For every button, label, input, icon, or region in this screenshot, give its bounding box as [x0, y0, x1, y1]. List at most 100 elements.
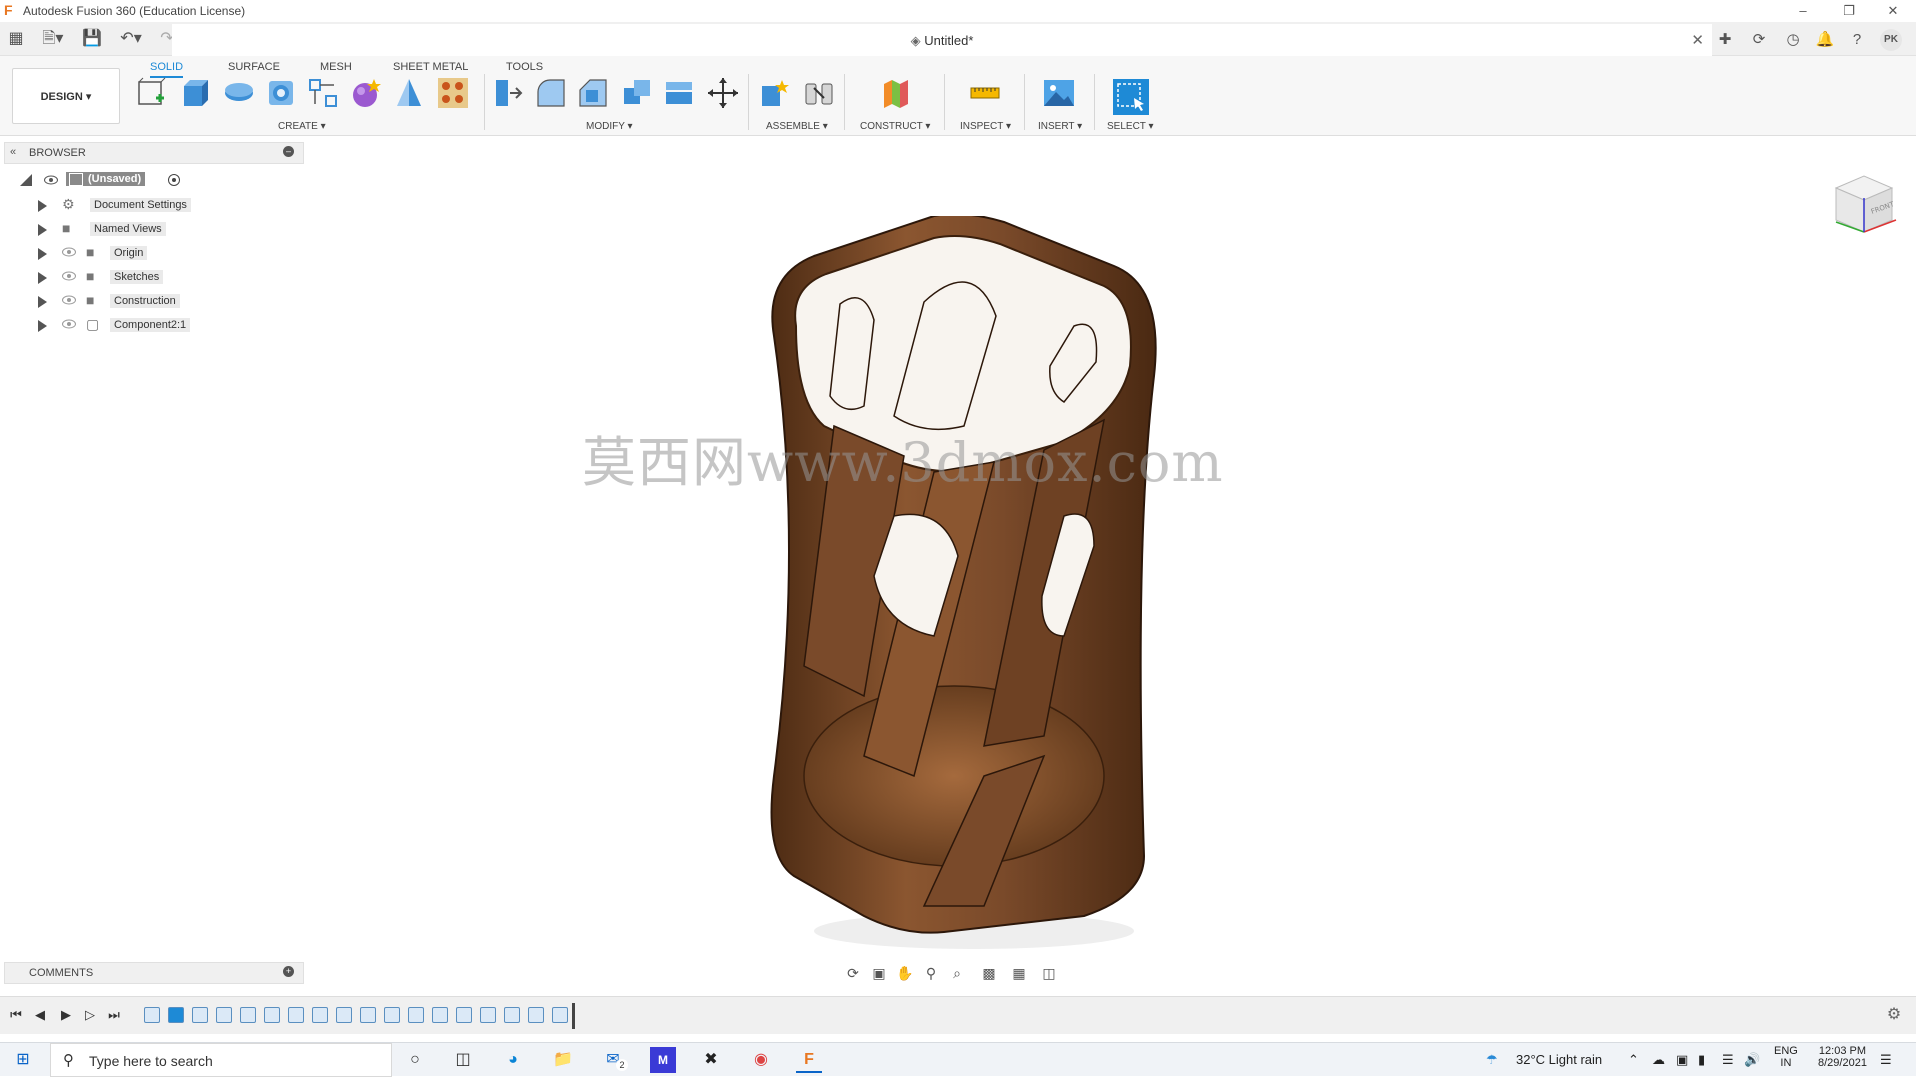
- close-tab-icon[interactable]: ✕: [1691, 31, 1704, 49]
- weather-text[interactable]: 32°C Light rain: [1516, 1052, 1602, 1067]
- tab-tools[interactable]: TOOLS: [506, 58, 543, 76]
- browser-item-document-settings[interactable]: ⚙ Document Settings: [20, 194, 260, 216]
- create-menu[interactable]: CREATE ▾: [278, 121, 326, 132]
- xbox-icon[interactable]: ✖: [698, 1047, 724, 1073]
- tab-mesh[interactable]: MESH: [320, 58, 352, 76]
- timeline-settings-gear-icon[interactable]: ⚙: [1886, 1007, 1902, 1023]
- fit-window-icon[interactable]: ⌕: [946, 962, 968, 984]
- document-tab[interactable]: ◈ Untitled* ✕: [172, 24, 1712, 56]
- user-avatar[interactable]: PK: [1880, 29, 1902, 51]
- loft-icon[interactable]: [306, 76, 340, 110]
- timeline-feature[interactable]: [432, 1007, 448, 1023]
- weather-icon[interactable]: ☂: [1486, 1052, 1498, 1068]
- insert-menu[interactable]: INSERT ▾: [1038, 121, 1082, 132]
- step-forward-icon[interactable]: ▷: [82, 1007, 98, 1023]
- play-icon[interactable]: ▶: [58, 1007, 74, 1023]
- grid-snaps-icon[interactable]: ▦: [1008, 962, 1030, 984]
- timeline-feature[interactable]: [168, 1007, 184, 1023]
- add-comment-icon[interactable]: +: [283, 966, 294, 977]
- comments-panel-header[interactable]: COMMENTS +: [4, 962, 304, 984]
- revolve-icon[interactable]: [222, 76, 256, 110]
- notification-center-icon[interactable]: ☰: [1880, 1052, 1892, 1068]
- fusion-taskbar-icon[interactable]: F: [796, 1047, 822, 1073]
- pan-hand-icon[interactable]: ✋: [894, 962, 916, 984]
- expand-triangle-icon[interactable]: [38, 296, 54, 308]
- construct-menu[interactable]: CONSTRUCT ▾: [860, 121, 930, 132]
- timeline-feature[interactable]: [384, 1007, 400, 1023]
- fillet-icon[interactable]: [534, 76, 568, 110]
- task-view-icon[interactable]: ◫: [450, 1047, 476, 1073]
- file-explorer-icon[interactable]: 📁: [550, 1047, 576, 1073]
- new-tab-icon[interactable]: ✚: [1714, 29, 1736, 51]
- wifi-icon[interactable]: ☰: [1722, 1052, 1734, 1068]
- timeline-feature[interactable]: [144, 1007, 160, 1023]
- mirror-icon[interactable]: [392, 76, 426, 110]
- pattern-icon[interactable]: [436, 76, 470, 110]
- help-icon[interactable]: ?: [1846, 29, 1868, 51]
- visibility-eye-icon[interactable]: [62, 247, 76, 257]
- measure-icon[interactable]: [968, 76, 1002, 110]
- extensions-icon[interactable]: ⟳: [1748, 29, 1770, 51]
- restore-button[interactable]: ❐: [1826, 0, 1872, 22]
- insert-image-icon[interactable]: [1042, 76, 1076, 110]
- clock[interactable]: 12:03 PM 8/29/2021: [1818, 1045, 1867, 1069]
- timeline-feature[interactable]: [552, 1007, 568, 1023]
- timeline-marker[interactable]: [572, 1003, 575, 1029]
- modify-menu[interactable]: MODIFY ▾: [586, 121, 633, 132]
- undo-icon[interactable]: ↶▾: [116, 28, 146, 50]
- taskbar-search-box[interactable]: ⚲ Type here to search: [50, 1043, 392, 1077]
- timeline-feature[interactable]: [504, 1007, 520, 1023]
- combine-icon[interactable]: [620, 76, 654, 110]
- close-button[interactable]: ✕: [1870, 0, 1916, 22]
- timeline-feature[interactable]: [408, 1007, 424, 1023]
- windows-start-icon[interactable]: ⊞: [10, 1047, 36, 1073]
- chamfer-icon[interactable]: [576, 76, 610, 110]
- browser-pin-icon[interactable]: –: [283, 146, 294, 157]
- timeline-feature[interactable]: [336, 1007, 352, 1023]
- minimize-button[interactable]: –: [1780, 0, 1826, 22]
- tab-solid[interactable]: SOLID: [150, 58, 184, 78]
- 3d-viewport[interactable]: 莫西网www.3dmox.com FRONT: [304, 136, 1916, 996]
- browser-root-row[interactable]: (Unsaved): [20, 170, 300, 192]
- timeline-feature[interactable]: [264, 1007, 280, 1023]
- timeline-feature[interactable]: [288, 1007, 304, 1023]
- timeline-feature[interactable]: [480, 1007, 496, 1023]
- sweep-icon[interactable]: [264, 76, 298, 110]
- go-to-start-icon[interactable]: ⏮: [8, 1007, 24, 1023]
- new-component-icon[interactable]: [758, 76, 792, 110]
- mail-icon[interactable]: ✉ 2: [600, 1047, 628, 1073]
- volume-icon[interactable]: 🔊: [1744, 1052, 1760, 1068]
- step-back-icon[interactable]: ◀: [32, 1007, 48, 1023]
- timeline-feature[interactable]: [528, 1007, 544, 1023]
- timeline-feature[interactable]: [312, 1007, 328, 1023]
- job-status-icon[interactable]: ◷: [1782, 29, 1804, 51]
- press-pull-icon[interactable]: [490, 76, 524, 110]
- timeline-feature[interactable]: [456, 1007, 472, 1023]
- visibility-eye-icon[interactable]: [62, 271, 76, 281]
- expand-triangle-icon[interactable]: [38, 248, 54, 260]
- move-copy-icon[interactable]: [706, 76, 740, 110]
- timeline-feature[interactable]: [240, 1007, 256, 1023]
- show-hidden-icons-icon[interactable]: ⌃: [1628, 1052, 1639, 1068]
- onedrive-icon[interactable]: ☁: [1652, 1052, 1665, 1068]
- select-menu[interactable]: SELECT ▾: [1107, 121, 1154, 132]
- joint-icon[interactable]: [802, 76, 836, 110]
- orbit-icon[interactable]: ⟳: [842, 962, 864, 984]
- expand-triangle-icon[interactable]: [38, 272, 54, 284]
- workspace-switcher-button[interactable]: DESIGN ▾: [12, 68, 120, 124]
- zoom-icon[interactable]: ⚲: [920, 962, 942, 984]
- browser-item-construction[interactable]: ■ Construction: [20, 290, 260, 312]
- offset-face-icon[interactable]: [662, 76, 696, 110]
- language-indicator[interactable]: ENG IN: [1774, 1045, 1798, 1069]
- browser-panel-header[interactable]: « BROWSER –: [4, 142, 304, 164]
- wooden-cup-model[interactable]: [744, 216, 1194, 956]
- expand-triangle-icon[interactable]: [38, 224, 54, 236]
- assemble-menu[interactable]: ASSEMBLE ▾: [766, 121, 828, 132]
- activate-radio-icon[interactable]: [168, 174, 180, 186]
- timeline-feature[interactable]: [360, 1007, 376, 1023]
- tab-surface[interactable]: SURFACE: [228, 58, 280, 76]
- visibility-eye-icon[interactable]: [44, 175, 58, 185]
- visual-studio-icon[interactable]: M: [650, 1047, 676, 1073]
- extrude-icon[interactable]: [178, 76, 212, 110]
- viewports-icon[interactable]: ◫: [1038, 962, 1060, 984]
